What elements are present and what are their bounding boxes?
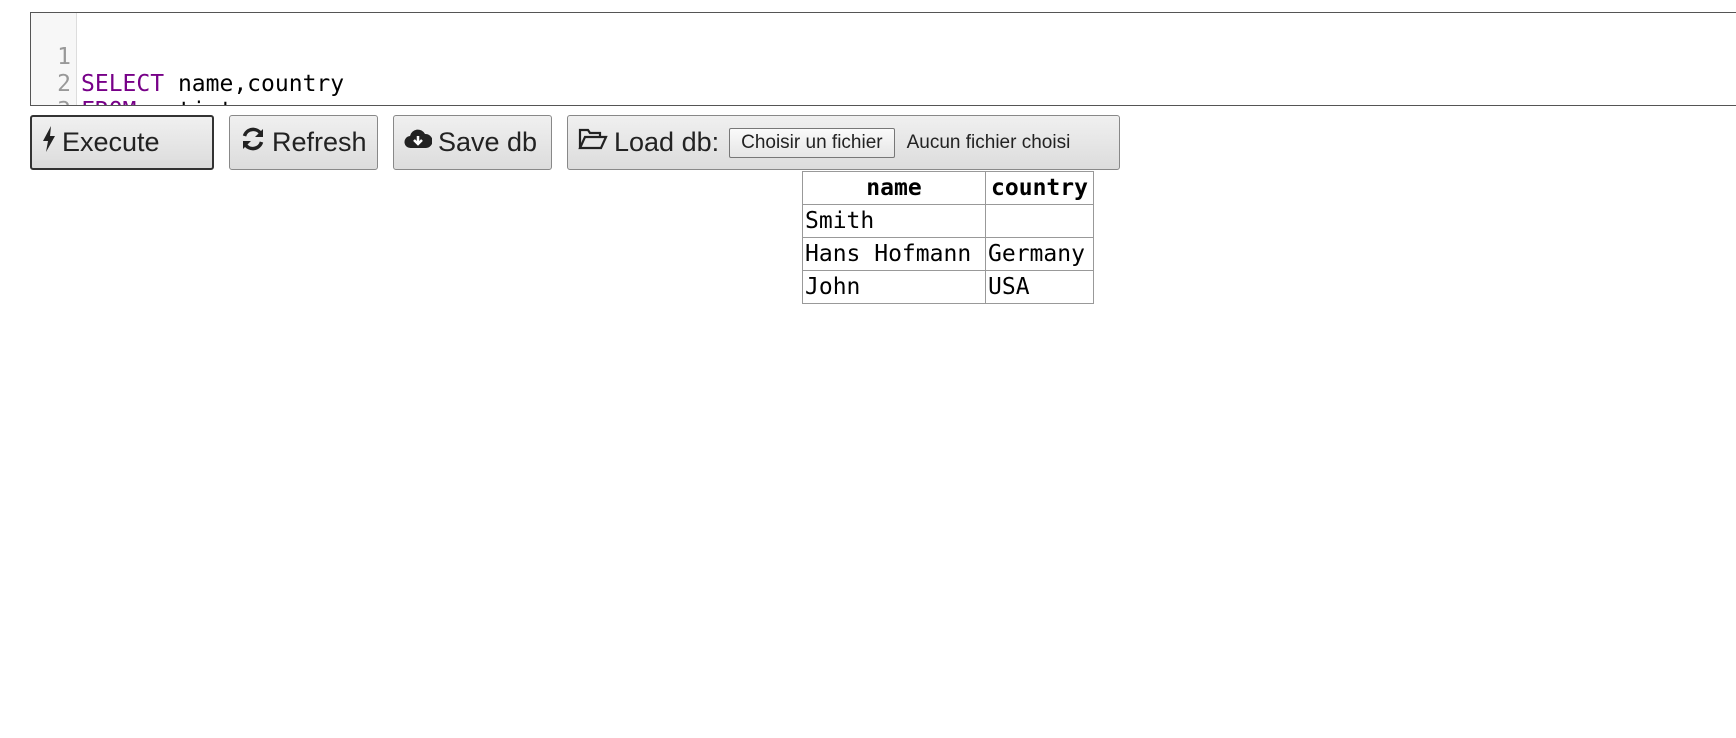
cloud-download-icon	[404, 127, 433, 158]
code-text: FROM artists	[81, 98, 247, 105]
refresh-icon	[240, 126, 266, 159]
code-line[interactable]: 2 FROM artists	[31, 44, 247, 105]
column-header-country: country	[985, 171, 1094, 205]
table-cell: USA	[985, 270, 1094, 304]
table-row: John USA	[802, 270, 1094, 304]
save-db-label: Save db	[438, 127, 538, 157]
sql-keyword: SELECT	[81, 71, 165, 97]
choose-file-button[interactable]: Choisir un fichier	[729, 127, 895, 158]
folder-open-icon	[578, 127, 608, 158]
table-row: Hans Hofmann Germany	[802, 237, 1094, 271]
refresh-label: Refresh	[272, 127, 367, 157]
table-cell: John	[802, 270, 986, 304]
bolt-icon	[42, 126, 56, 159]
line-number: 3	[31, 98, 71, 105]
refresh-button[interactable]: Refresh	[229, 115, 378, 170]
table-cell	[985, 204, 1094, 238]
execute-button[interactable]: Execute	[30, 115, 214, 170]
table-cell: Hans Hofmann	[802, 237, 986, 271]
table-cell: Germany	[985, 237, 1094, 271]
file-status-text: Aucun fichier choisi	[906, 131, 1071, 153]
code-line[interactable]: 1 SELECT name,country	[31, 17, 344, 97]
code-text: SELECT name,country	[81, 71, 344, 98]
table-header-row: name country	[802, 171, 1094, 205]
results-table: name country Smith Hans Hofmann Germany …	[802, 171, 1094, 304]
load-db-panel[interactable]: Load db: Choisir un fichier Aucun fichie…	[567, 115, 1120, 170]
load-db-label: Load db:	[614, 127, 720, 157]
save-db-button[interactable]: Save db	[393, 115, 552, 170]
sql-keyword: FROM	[81, 98, 136, 105]
table-row: Smith	[802, 204, 1094, 238]
execute-label: Execute	[62, 127, 160, 157]
sql-editor[interactable]: 1 SELECT name,country 2 FROM artists 3 W…	[30, 12, 1736, 106]
code-line[interactable]: 3 WHERE style IN ('Modern', 'Baroque' OR…	[31, 71, 86, 105]
column-header-name: name	[802, 171, 986, 205]
table-cell: Smith	[802, 204, 986, 238]
sql-text: artists	[136, 98, 247, 105]
sql-text: name,country	[164, 71, 345, 97]
